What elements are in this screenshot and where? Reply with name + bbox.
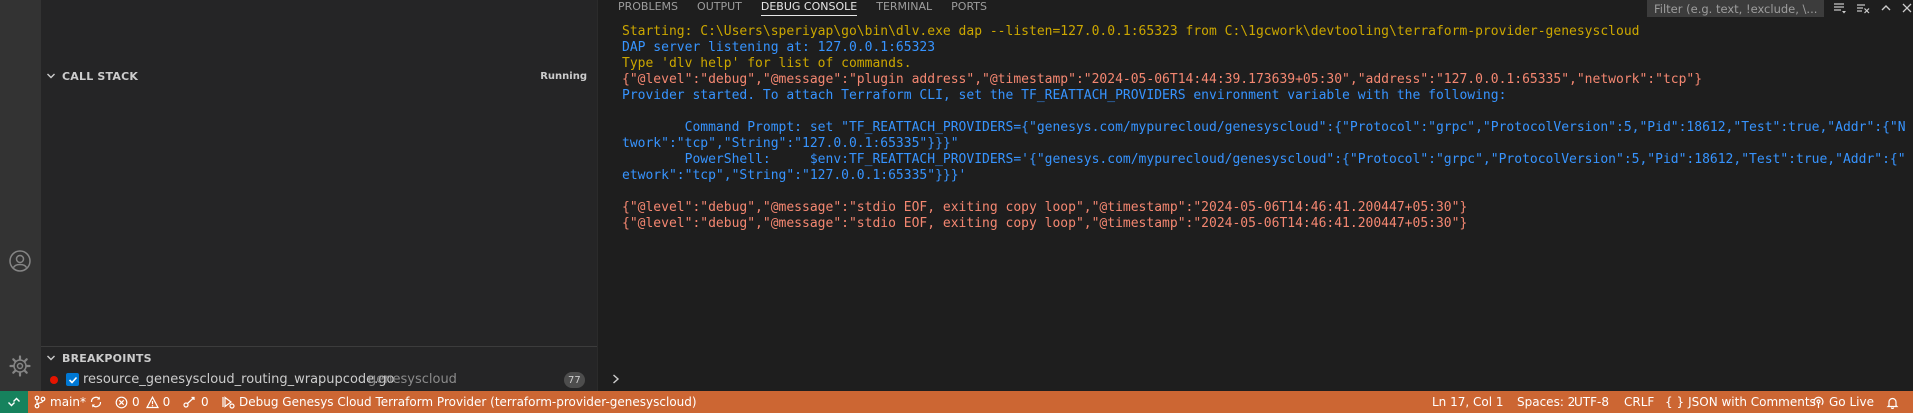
breakpoint-line-badge: 77 xyxy=(564,372,585,388)
breakpoint-item[interactable]: resource_genesyscloud_routing_wrapupcode… xyxy=(41,370,597,390)
console-line: DAP server listening at: 127.0.0.1:65323 xyxy=(622,40,936,55)
call-stack-header[interactable]: CALL STACK Running xyxy=(41,65,597,87)
console-line: twork":"tcp","String":"127.0.0.1:65335"}… xyxy=(622,136,959,151)
filter-options-icon[interactable] xyxy=(1831,0,1849,16)
manage-gear-icon[interactable] xyxy=(5,351,35,381)
remote-icon[interactable] xyxy=(0,391,28,413)
debug-console-output: Starting: C:\Users\speriyap\go\bin\dlv.e… xyxy=(622,24,1906,274)
chevron-down-icon xyxy=(46,353,60,363)
debug-sidebar: CALL STACK Running BREAKPOINTS resource_… xyxy=(41,0,597,391)
language-mode[interactable]: { } JSON with Comments xyxy=(1665,391,1816,413)
debug-icon xyxy=(222,396,235,409)
source-control-icon xyxy=(34,395,46,409)
tab-terminal[interactable]: TERMINAL xyxy=(876,0,932,16)
call-stack-status: Running xyxy=(540,70,587,82)
ports-count: 0 xyxy=(201,395,209,409)
language-label: JSON with Comments xyxy=(1688,395,1816,409)
console-prompt-chevron-icon xyxy=(608,372,624,386)
console-line: Starting: C:\Users\speriyap\go\bin\dlv.e… xyxy=(622,24,1640,39)
tab-debug-console[interactable]: DEBUG CONSOLE xyxy=(760,0,858,16)
status-bar: main* 0 0 0 Debug Genesys Cloud Terrafor… xyxy=(0,391,1913,413)
accounts-icon[interactable] xyxy=(5,246,35,276)
chevron-down-icon xyxy=(46,71,60,81)
error-icon xyxy=(115,396,128,408)
cursor-position[interactable]: Ln 17, Col 1 xyxy=(1432,391,1504,413)
breakpoint-checkbox[interactable] xyxy=(66,373,79,386)
end-of-line[interactable]: CRLF xyxy=(1624,391,1654,413)
console-line: Type 'dlv help' for list of commands. xyxy=(622,56,912,71)
breakpoint-folder: genesyscloud xyxy=(368,372,457,387)
console-line: PowerShell: $env:TF_REATTACH_PROVIDERS='… xyxy=(622,152,1906,167)
tab-output[interactable]: OUTPUT xyxy=(697,0,742,16)
problems-status[interactable]: 0 0 xyxy=(115,391,170,413)
console-line: {"@level":"debug","@message":"plugin add… xyxy=(622,72,1703,87)
warning-icon xyxy=(145,395,159,408)
breakpoints-title: BREAKPOINTS xyxy=(62,351,152,365)
vscode-window: CALL STACK Running BREAKPOINTS resource_… xyxy=(0,0,1913,413)
breakpoints-header[interactable]: BREAKPOINTS xyxy=(41,347,597,369)
ports-icon xyxy=(183,396,195,408)
go-live-button[interactable]: Go Live xyxy=(1812,391,1874,413)
debug-config-label: Debug Genesys Cloud Terraform Provider (… xyxy=(239,395,697,409)
console-line: etwork":"tcp","String":"127.0.0.1:65335"… xyxy=(622,168,967,183)
console-line: {"@level":"debug","@message":"stdio EOF,… xyxy=(622,200,1468,215)
console-line: {"@level":"debug","@message":"stdio EOF,… xyxy=(622,216,1468,231)
clear-console-icon[interactable] xyxy=(1854,0,1872,16)
close-panel-icon[interactable] xyxy=(1898,0,1913,16)
error-count: 0 xyxy=(132,395,140,409)
breakpoint-file: resource_genesyscloud_routing_wrapupcode… xyxy=(83,372,395,387)
indentation[interactable]: Spaces: 2 xyxy=(1517,391,1575,413)
sync-icon[interactable] xyxy=(89,391,107,413)
go-live-label: Go Live xyxy=(1829,395,1874,409)
encoding[interactable]: UTF-8 xyxy=(1574,391,1609,413)
broadcast-icon xyxy=(1813,396,1824,408)
tab-ports[interactable]: PORTS xyxy=(951,0,987,16)
breakpoint-dot-icon xyxy=(50,376,58,384)
console-line: Provider started. To attach Terraform CL… xyxy=(622,88,1507,103)
activity-bar xyxy=(0,0,41,391)
warning-count: 0 xyxy=(162,395,171,409)
branch-status[interactable]: main* xyxy=(34,391,86,413)
bottom-panel: PROBLEMS OUTPUT DEBUG CONSOLE TERMINAL P… xyxy=(597,0,1913,391)
console-filter-input[interactable] xyxy=(1647,0,1824,17)
console-line: Command Prompt: set "TF_REATTACH_PROVIDE… xyxy=(622,120,1906,135)
tab-problems[interactable]: PROBLEMS xyxy=(618,0,678,16)
maximize-panel-icon[interactable] xyxy=(1877,0,1895,16)
ports-status[interactable]: 0 xyxy=(183,391,209,413)
call-stack-title: CALL STACK xyxy=(62,69,139,83)
branch-name: main* xyxy=(50,395,86,409)
debug-launch-status[interactable]: Debug Genesys Cloud Terraform Provider (… xyxy=(221,391,697,413)
panel-tabs: PROBLEMS OUTPUT DEBUG CONSOLE TERMINAL P… xyxy=(598,0,1006,16)
braces-icon: { } xyxy=(1665,395,1685,409)
notifications-icon[interactable] xyxy=(1886,391,1903,413)
